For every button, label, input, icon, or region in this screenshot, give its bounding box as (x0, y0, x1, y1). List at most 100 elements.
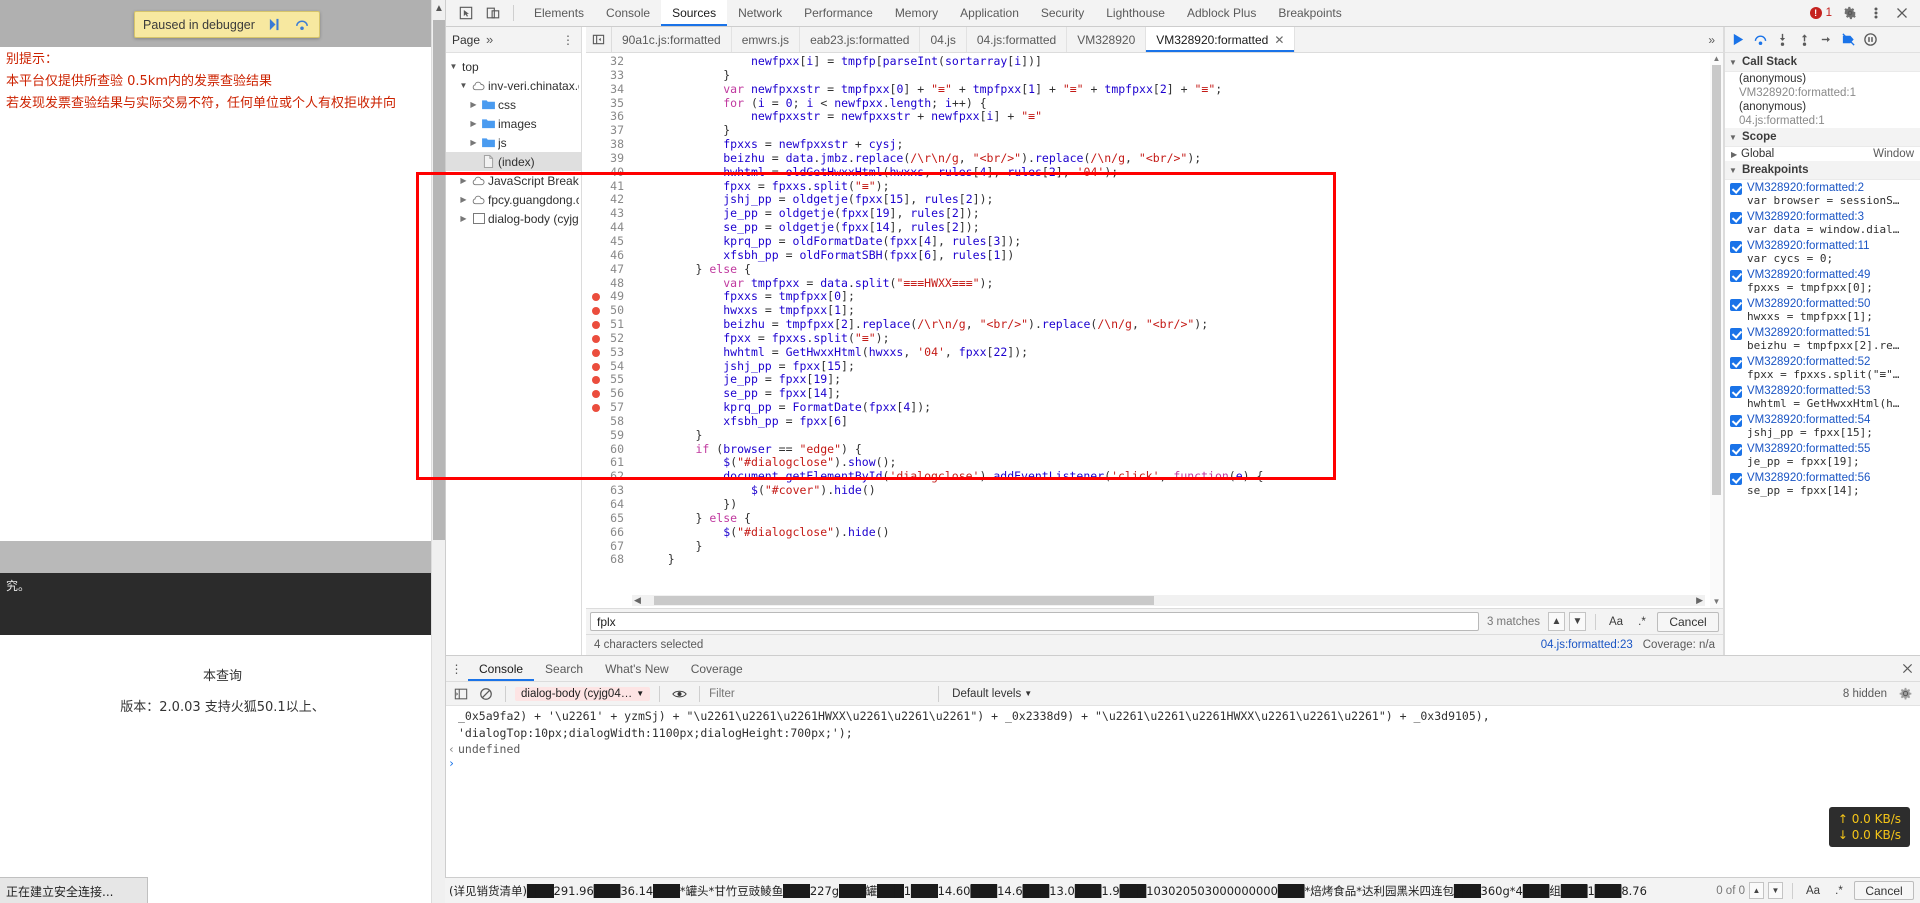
breakpoint-checkbox[interactable] (1730, 444, 1742, 456)
chevron-down-icon[interactable]: ▼ (448, 62, 459, 71)
breakpoint-marker-icon[interactable] (592, 376, 600, 384)
chevron-down-icon[interactable]: ▼ (458, 81, 469, 90)
chevron-right-icon[interactable]: ▶ (458, 176, 469, 185)
breakpoint-location[interactable]: VM328920:formatted:50 (1747, 298, 1873, 310)
call-stack-header[interactable]: ▼ Call Stack (1725, 53, 1920, 72)
editor-horizontal-scrollbar[interactable]: ◀ ▶ (632, 595, 1705, 606)
editor-tab-vm328920[interactable]: VM328920 (1067, 27, 1146, 52)
tab-sources[interactable]: Sources (661, 0, 727, 26)
find-match-case-toggle[interactable]: Aa (1605, 612, 1627, 631)
line-number[interactable]: 66 (586, 526, 632, 540)
tab-network[interactable]: Network (727, 0, 793, 26)
editor-vertical-scrollbar[interactable]: ▲ ▼ (1710, 53, 1723, 608)
more-options-icon[interactable] (1864, 2, 1888, 24)
inspect-element-icon[interactable] (454, 2, 478, 24)
resume-icon[interactable] (263, 13, 289, 36)
breakpoints-header[interactable]: ▼ Breakpoints (1725, 161, 1920, 180)
tab-adblock-plus[interactable]: Adblock Plus (1176, 0, 1267, 26)
breakpoint-checkbox[interactable] (1730, 386, 1742, 398)
breakpoint-item[interactable]: VM328920:formatted:49fpxxs = tmpfpxx[0]; (1725, 267, 1920, 296)
breakpoint-item[interactable]: VM328920:formatted:3var data = window.di… (1725, 209, 1920, 238)
breakpoint-checkbox[interactable] (1730, 183, 1742, 195)
editor-scroll-down-icon[interactable]: ▼ (1710, 596, 1723, 608)
scroll-up-arrow-icon[interactable]: ▲ (432, 2, 446, 16)
line-number[interactable]: 68 (586, 553, 632, 567)
breakpoint-checkbox[interactable] (1730, 473, 1742, 485)
tree-item-top[interactable]: ▼top (446, 57, 581, 76)
breakpoint-location[interactable]: VM328920:formatted:2 (1747, 182, 1899, 194)
line-number[interactable]: 59 (586, 429, 632, 443)
chevron-right-icon[interactable]: ▶ (468, 138, 479, 147)
editor-tab-emwrs-js[interactable]: emwrs.js (732, 27, 800, 52)
tab-security[interactable]: Security (1030, 0, 1095, 26)
call-stack-frame-location-row[interactable]: 04.js:formatted:1 (1725, 114, 1920, 128)
drawer-tab-console[interactable]: Console (468, 656, 534, 681)
line-number[interactable]: 46 (586, 249, 632, 263)
console-sidebar-icon[interactable] (450, 683, 471, 704)
breakpoint-checkbox[interactable] (1730, 328, 1742, 340)
step-into-icon[interactable] (1772, 29, 1793, 50)
editor-hscroll-thumb[interactable] (654, 596, 1154, 605)
editor-tab-scroll-left-icon[interactable] (586, 27, 612, 52)
breakpoint-location[interactable]: VM328920:formatted:51 (1747, 327, 1899, 339)
editor-tab-vm328920-formatted[interactable]: VM328920:formatted✕ (1146, 27, 1295, 52)
source-mapping-link[interactable]: 04.js:formatted:23 (1541, 639, 1633, 651)
editor-tab-04-js-formatted[interactable]: 04.js:formatted (967, 27, 1067, 52)
call-stack-frame[interactable]: (anonymous) (1725, 100, 1920, 114)
line-number[interactable]: 44 (586, 221, 632, 235)
line-number[interactable]: 61 (586, 456, 632, 470)
find-cancel-button[interactable]: Cancel (1657, 612, 1719, 632)
tab-memory[interactable]: Memory (884, 0, 949, 26)
line-number[interactable]: 38 (586, 138, 632, 152)
line-number[interactable]: 54 (586, 360, 632, 374)
console-context-selector[interactable]: dialog-body (cyjg04… ▼ (515, 687, 650, 701)
gear-icon[interactable] (1838, 2, 1862, 24)
error-count-badge[interactable]: ! 1 (1806, 7, 1836, 19)
pause-on-exceptions-icon[interactable] (1860, 29, 1881, 50)
line-number[interactable]: 63 (586, 484, 632, 498)
drawer-tab-coverage[interactable]: Coverage (680, 656, 754, 681)
tree-item-js[interactable]: ▶js (446, 133, 581, 152)
chevron-right-icon[interactable]: ▶ (458, 214, 469, 223)
tab-console[interactable]: Console (595, 0, 661, 26)
breakpoint-location[interactable]: VM328920:formatted:53 (1747, 385, 1899, 397)
line-number[interactable]: 67 (586, 540, 632, 554)
close-icon[interactable]: ✕ (1274, 33, 1284, 47)
line-number[interactable]: 49 (586, 290, 632, 304)
editor-more-tabs-icon[interactable]: » (1700, 27, 1723, 52)
step-icon[interactable] (1816, 29, 1837, 50)
device-toolbar-icon[interactable] (481, 2, 505, 24)
breakpoint-item[interactable]: VM328920:formatted:53hwhtml = GetHwxxHtm… (1725, 383, 1920, 412)
breakpoint-checkbox[interactable] (1730, 357, 1742, 369)
tree-item-javascript-breakpo[interactable]: ▶JavaScript Breakpo (446, 171, 581, 190)
breakpoint-location[interactable]: VM328920:formatted:52 (1747, 356, 1899, 368)
breakpoint-marker-icon[interactable] (592, 335, 600, 343)
breakpoint-marker-icon[interactable] (592, 293, 600, 301)
editor-vscroll-thumb[interactable] (1712, 65, 1721, 495)
find-regex-toggle[interactable]: .* (1631, 612, 1653, 631)
breakpoint-item[interactable]: VM328920:formatted:56se_pp = fpxx[14]; (1725, 470, 1920, 499)
breakpoint-location[interactable]: VM328920:formatted:3 (1747, 211, 1899, 223)
breakpoint-item[interactable]: VM328920:formatted:2var browser = sessio… (1725, 180, 1920, 209)
line-number[interactable]: 36 (586, 110, 632, 124)
deactivate-breakpoints-icon[interactable] (1838, 29, 1859, 50)
navigator-tab-page[interactable]: Page (452, 33, 480, 47)
find-bar-match-case-toggle[interactable]: Aa (1802, 882, 1824, 900)
code-editor[interactable]: 32 newfpxx[i] = tmpfp[parseInt(sortarray… (586, 53, 1723, 608)
tree-item-index[interactable]: (index) (446, 152, 581, 171)
tab-lighthouse[interactable]: Lighthouse (1095, 0, 1176, 26)
line-number[interactable]: 33 (586, 69, 632, 83)
line-number[interactable]: 35 (586, 97, 632, 111)
line-number[interactable]: 34 (586, 83, 632, 97)
editor-scroll-right-icon[interactable]: ▶ (1696, 595, 1703, 606)
breakpoint-checkbox[interactable] (1730, 212, 1742, 224)
breakpoint-location[interactable]: VM328920:formatted:56 (1747, 472, 1870, 484)
line-number[interactable]: 56 (586, 387, 632, 401)
line-number[interactable]: 39 (586, 152, 632, 166)
chevron-right-icon[interactable]: ▶ (1731, 150, 1741, 159)
tree-item-css[interactable]: ▶css (446, 95, 581, 114)
find-bar-regex-toggle[interactable]: .* (1828, 882, 1850, 900)
line-number[interactable]: 52 (586, 332, 632, 346)
find-input[interactable] (590, 612, 1479, 631)
breakpoint-checkbox[interactable] (1730, 299, 1742, 311)
